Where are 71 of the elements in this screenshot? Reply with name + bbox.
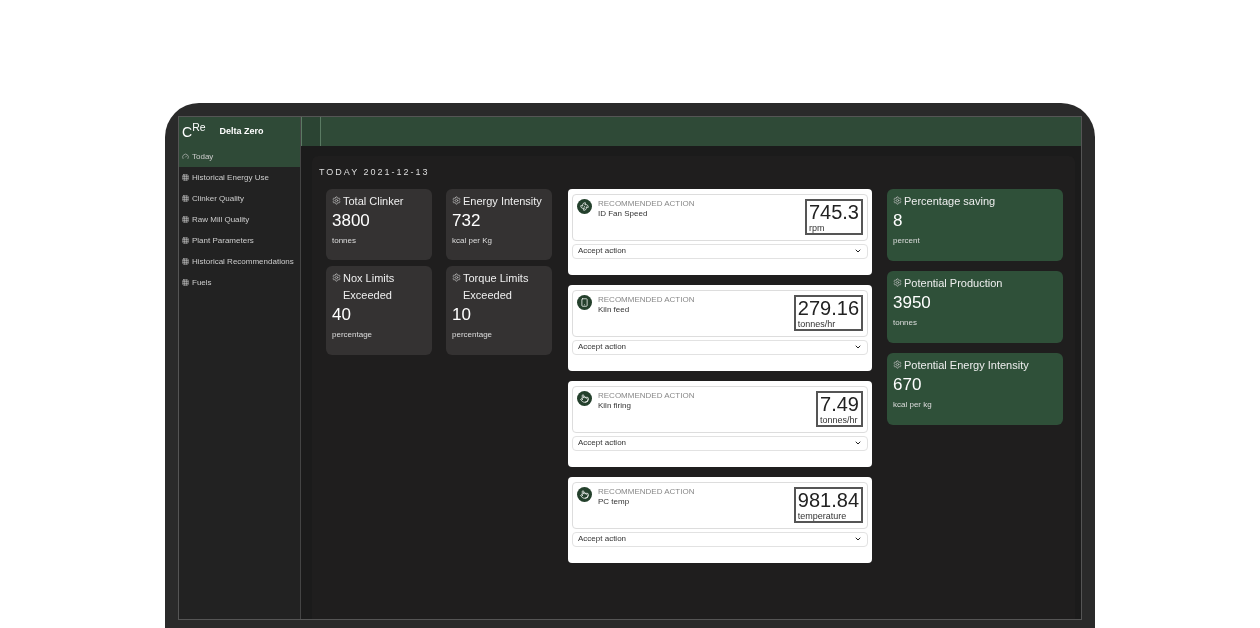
stat-title: Energy Intensity	[463, 193, 542, 209]
grid-icon	[182, 279, 189, 286]
recommendation-unit: tonnes/hr	[820, 414, 859, 425]
sidebar-item[interactable]: Plant Parameters	[179, 230, 300, 251]
recommendation-unit: tonnes/hr	[797, 318, 837, 329]
stat-value: 10	[452, 303, 472, 326]
recommendation-value: 745.3	[808, 200, 859, 223]
stat-title: Nox Limits Exceeded	[343, 270, 396, 303]
gear-icon	[893, 277, 902, 287]
recommendation-value: 7.49	[820, 392, 859, 415]
recommendation-value: 279.16	[797, 296, 859, 319]
stat-unit: percentage	[332, 328, 374, 341]
caret-icon	[854, 343, 862, 351]
sidebar-item[interactable]: Historical Energy Use	[179, 167, 300, 188]
sidebar-item[interactable]: Raw Mill Quality	[179, 209, 300, 230]
grid-icon	[182, 195, 189, 202]
stat-unit: tonnes	[332, 234, 358, 247]
gear-icon	[452, 272, 461, 282]
gear-icon	[893, 195, 902, 205]
page-title: TODAY 2021-12-13	[319, 166, 431, 179]
sidebar-item[interactable]: Clinker Quality	[179, 188, 300, 209]
grid-icon	[182, 258, 189, 265]
caret-icon	[854, 439, 862, 447]
stat-value: 3800	[332, 209, 371, 232]
gear-icon	[332, 195, 341, 205]
gear-icon	[452, 195, 461, 205]
caret-icon	[854, 247, 862, 255]
stat-unit: kcal per kg	[893, 398, 933, 411]
recommendation-unit: rpm	[808, 222, 826, 233]
stat-value: 670	[893, 373, 923, 396]
stat-value: 732	[452, 209, 482, 232]
sidebar-toggle[interactable]	[301, 117, 321, 146]
recommendation-value: 981.84	[797, 488, 859, 511]
recommendation-unit: temperature	[797, 510, 848, 521]
grid-icon	[182, 237, 189, 244]
gear-icon	[893, 359, 902, 369]
stat-title: Total Clinker	[343, 193, 404, 209]
grid-icon	[182, 216, 189, 223]
stat-value: 3950	[893, 291, 932, 314]
stat-title: Percentage saving	[904, 193, 996, 209]
sidebar-item[interactable]: Historical Recommendations	[179, 251, 300, 272]
grid-icon	[182, 174, 189, 181]
stat-value: 8	[893, 209, 904, 232]
recommendation-name: Kiln firing	[598, 400, 632, 411]
sidebar-item[interactable]: Today	[179, 146, 300, 167]
recommendation-label: RECOMMENDED ACTION	[598, 486, 695, 497]
sidebar-item[interactable]: Fuels	[179, 272, 300, 293]
app-name: Delta Zero	[219, 124, 264, 138]
action-dropdown[interactable]: Accept action	[572, 243, 868, 259]
stat-title: Potential Production	[904, 275, 1003, 291]
gear-icon	[332, 272, 341, 282]
recommendation-name: Kiln feed	[598, 304, 631, 315]
caret-icon	[854, 535, 862, 543]
stat-unit: percentage	[452, 328, 494, 341]
recommendation-label: RECOMMENDED ACTION	[598, 390, 695, 401]
recommendation-name: PC temp	[598, 496, 631, 507]
gauge-icon	[182, 153, 189, 160]
stat-unit: kcal per Kg	[452, 234, 494, 247]
action-dropdown[interactable]: Accept action	[572, 339, 868, 355]
recommendation-name: ID Fan Speed	[598, 208, 649, 219]
phone-icon	[577, 294, 592, 310]
stat-unit: percent	[893, 234, 921, 247]
recommendation-label: RECOMMENDED ACTION	[598, 198, 695, 209]
stat-title: Potential Energy Intensity	[904, 357, 1029, 373]
stat-value: 40	[332, 303, 352, 326]
stat-unit: tonnes	[893, 316, 919, 329]
action-dropdown[interactable]: Accept action	[572, 435, 868, 451]
logo: C$^{Re}$	[182, 124, 206, 139]
stat-title: Torque Limits Exceeded	[463, 270, 530, 303]
recommendation-label: RECOMMENDED ACTION	[598, 294, 695, 305]
action-dropdown[interactable]: Accept action	[572, 531, 868, 547]
